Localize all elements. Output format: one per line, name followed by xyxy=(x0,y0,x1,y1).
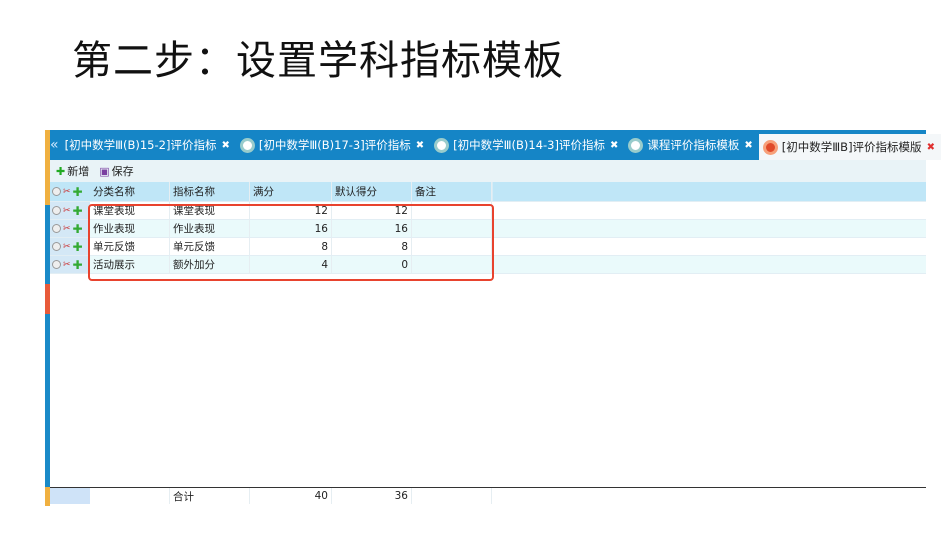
cell-note[interactable] xyxy=(412,202,492,219)
col-category[interactable]: 分类名称 xyxy=(90,182,170,201)
cell-full[interactable]: 8 xyxy=(250,238,332,255)
row-select-radio[interactable] xyxy=(52,206,61,215)
delete-icon[interactable]: ✂ xyxy=(63,187,71,197)
globe-icon xyxy=(628,137,644,153)
save-icon: ▣ xyxy=(99,165,110,178)
globe-icon xyxy=(762,139,778,155)
footer-row: 合计 40 36 xyxy=(50,487,926,504)
col-name[interactable]: 指标名称 xyxy=(170,182,250,201)
table-row[interactable]: ✂ ✚ 作业表现 作业表现 16 16 xyxy=(50,220,926,238)
footer-note xyxy=(412,488,492,504)
cell-note[interactable] xyxy=(412,238,492,255)
row-select-radio[interactable] xyxy=(52,260,61,269)
row-select-radio[interactable] xyxy=(52,224,61,233)
cell-name[interactable]: 作业表现 xyxy=(170,220,250,237)
add-row-icon[interactable]: ✚ xyxy=(73,222,83,236)
footer-spacer xyxy=(50,488,90,504)
delete-icon[interactable]: ✂ xyxy=(63,224,71,234)
cell-name[interactable]: 单元反馈 xyxy=(170,238,250,255)
row-actions: ✂ ✚ xyxy=(50,220,90,237)
close-icon[interactable]: ✖ xyxy=(744,140,752,151)
save-button[interactable]: ▣ 保存 xyxy=(99,163,133,179)
delete-icon[interactable]: ✂ xyxy=(63,242,71,252)
tab-3[interactable]: [初中数学Ⅲ(B)14-3]评价指标 ✖ xyxy=(430,130,624,160)
add-row-icon[interactable]: ✚ xyxy=(73,204,83,218)
save-label: 保存 xyxy=(111,165,134,178)
cell-note[interactable] xyxy=(412,220,492,237)
add-row-icon[interactable]: ✚ xyxy=(73,258,83,272)
cell-default[interactable]: 0 xyxy=(332,256,412,273)
globe-icon xyxy=(434,137,450,153)
cell-name[interactable]: 额外加分 xyxy=(170,256,250,273)
footer-default-total: 36 xyxy=(332,488,412,504)
row-actions: ✂ ✚ xyxy=(50,256,90,273)
close-icon[interactable]: ✖ xyxy=(927,142,935,153)
plus-icon: ✚ xyxy=(56,165,66,178)
close-icon[interactable]: ✖ xyxy=(221,140,229,151)
col-full[interactable]: 满分 xyxy=(250,182,332,201)
header-actions: ✂ ✚ xyxy=(50,182,90,201)
globe-icon xyxy=(239,137,255,153)
cell-default[interactable]: 16 xyxy=(332,220,412,237)
cell-category[interactable]: 课堂表现 xyxy=(90,202,170,219)
add-label: 新增 xyxy=(67,165,90,178)
tab-label: [初中数学Ⅲ(B)17-3]评价指标 xyxy=(258,138,411,152)
table-row[interactable]: ✂ ✚ 单元反馈 单元反馈 8 8 xyxy=(50,238,926,256)
cell-full[interactable]: 12 xyxy=(250,202,332,219)
table-row[interactable]: ✂ ✚ 课堂表现 课堂表现 12 12 xyxy=(50,202,926,220)
tab-label: 课程评价指标模板 xyxy=(647,138,740,152)
footer-empty xyxy=(90,488,170,504)
add-row-icon[interactable]: ✚ xyxy=(73,240,83,254)
cell-note[interactable] xyxy=(412,256,492,273)
col-note[interactable]: 备注 xyxy=(412,182,492,201)
cell-full[interactable]: 16 xyxy=(250,220,332,237)
footer-full-total: 40 xyxy=(250,488,332,504)
toolbar: ✚ 新增 ▣ 保存 xyxy=(50,160,926,182)
header-filler xyxy=(492,182,926,201)
delete-icon[interactable]: ✂ xyxy=(63,260,71,270)
tab-label: [初中数学Ⅲ(B)15-2]评价指标 xyxy=(64,138,217,152)
page-title: 第二步：设置学科指标模板 xyxy=(72,38,564,84)
data-grid: ✂ ✚ 分类名称 指标名称 满分 默认得分 备注 ✂ ✚ 课堂表现 课堂表现 12 … xyxy=(50,182,926,274)
footer-label: 合计 xyxy=(170,488,250,504)
select-all-radio[interactable] xyxy=(52,187,61,196)
cell-default[interactable]: 12 xyxy=(332,202,412,219)
add-row-icon[interactable]: ✚ xyxy=(73,185,83,199)
header-row: ✂ ✚ 分类名称 指标名称 满分 默认得分 备注 xyxy=(50,182,926,202)
row-actions: ✂ ✚ xyxy=(50,202,90,219)
cell-category[interactable]: 单元反馈 xyxy=(90,238,170,255)
table-row[interactable]: ✂ ✚ 活动展示 额外加分 4 0 xyxy=(50,256,926,274)
row-select-radio[interactable] xyxy=(52,242,61,251)
add-button[interactable]: ✚ 新增 xyxy=(56,163,89,179)
tab-1[interactable]: [初中数学Ⅲ(B)15-2]评价指标 ✖ xyxy=(61,130,236,160)
app-panel: « [初中数学Ⅲ(B)15-2]评价指标 ✖ [初中数学Ⅲ(B)17-3]评价指标… xyxy=(45,130,941,506)
cell-name[interactable]: 课堂表现 xyxy=(170,202,250,219)
cell-full[interactable]: 4 xyxy=(250,256,332,273)
col-default[interactable]: 默认得分 xyxy=(332,182,412,201)
delete-icon[interactable]: ✂ xyxy=(63,206,71,216)
tab-2[interactable]: [初中数学Ⅲ(B)17-3]评价指标 ✖ xyxy=(236,130,430,160)
tab-label: [初中数学ⅢB]评价指标模版 xyxy=(781,140,922,154)
cell-category[interactable]: 活动展示 xyxy=(90,256,170,273)
tab-4[interactable]: 课程评价指标模板 ✖ xyxy=(624,130,758,160)
tab-5-active[interactable]: [初中数学ⅢB]评价指标模版 ✖ xyxy=(758,134,941,160)
row-actions: ✂ ✚ xyxy=(50,238,90,255)
close-icon[interactable]: ✖ xyxy=(416,140,424,151)
cell-category[interactable]: 作业表现 xyxy=(90,220,170,237)
tab-label: [初中数学Ⅲ(B)14-3]评价指标 xyxy=(453,138,605,152)
tab-bar: « [初中数学Ⅲ(B)15-2]评价指标 ✖ [初中数学Ⅲ(B)17-3]评价指标… xyxy=(50,130,941,160)
cell-default[interactable]: 8 xyxy=(332,238,412,255)
collapse-icon[interactable]: « xyxy=(50,137,59,153)
close-icon[interactable]: ✖ xyxy=(610,140,618,151)
